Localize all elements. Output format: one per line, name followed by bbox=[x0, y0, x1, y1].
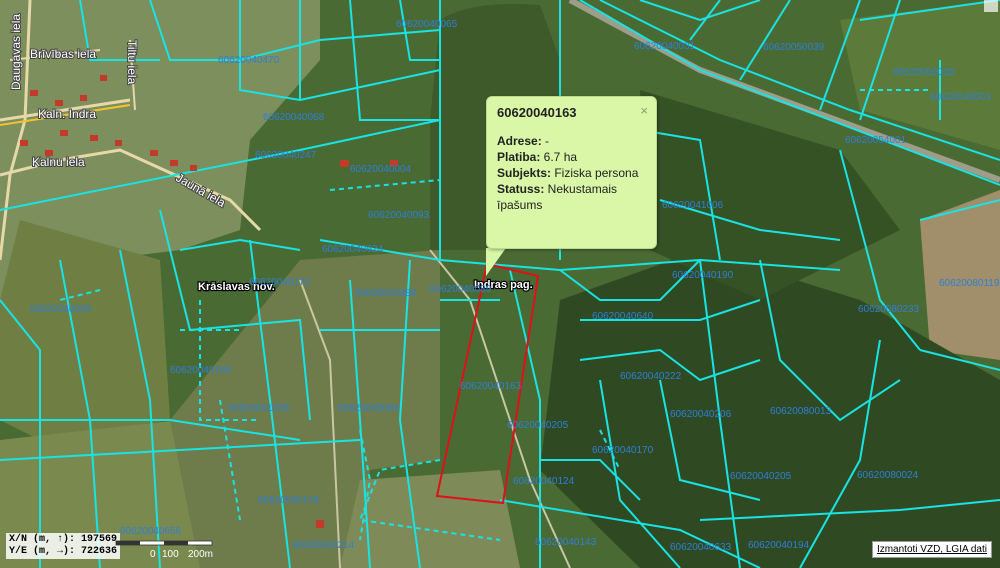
parcel-label: 60620040124 bbox=[513, 476, 575, 487]
parcel-label: 60620040068 bbox=[263, 112, 325, 123]
parcel-label: 60620040190 bbox=[672, 270, 734, 281]
parcel-label: 60620041039 bbox=[228, 403, 290, 414]
parcel-label: 60620040176 bbox=[258, 495, 320, 506]
parcel-label: 60620080233 bbox=[858, 304, 920, 315]
parcel-label: 60620041006 bbox=[662, 200, 724, 211]
parcel-label: 60620040031 bbox=[634, 41, 696, 52]
parcel-label: 60620040168 bbox=[170, 365, 232, 376]
coordinate-east: Y/E (m, →): 722636 bbox=[9, 546, 118, 557]
parcel-label: 60620050028 bbox=[893, 67, 955, 78]
parcel-label: 60620080119 bbox=[939, 278, 1000, 289]
street-label: Daugavas iela bbox=[9, 14, 23, 90]
parcel-label: 60620040089 bbox=[430, 284, 492, 295]
parcel-label: 60620040143 bbox=[535, 537, 597, 548]
attribution-link[interactable]: Izmantoti VZD, LGIA dati bbox=[871, 541, 992, 558]
map-control-button[interactable] bbox=[984, 0, 998, 12]
popup-value: 6.7 ha bbox=[540, 150, 578, 164]
parcel-label: 60620040065 bbox=[396, 19, 458, 30]
street-label: Kaln. Indra bbox=[38, 107, 96, 121]
parcel-label: 60620040205 bbox=[730, 471, 792, 482]
parcel-label: 60620040170 bbox=[592, 445, 654, 456]
field-area bbox=[920, 190, 1000, 360]
popup-row-area: Platiba: 6.7 ha bbox=[497, 149, 646, 165]
popup-key: Statuss: bbox=[497, 182, 545, 196]
parcel-label: 60620080013 bbox=[770, 406, 832, 417]
coordinate-readout: X/N (m, ↑): 197569 Y/E (m, →): 722636 bbox=[6, 533, 121, 559]
popup-key: Subjekts: bbox=[497, 166, 552, 180]
popup-row-subject: Subjekts: Fiziska persona bbox=[497, 165, 646, 181]
parcel-label: 60620040172 bbox=[249, 277, 311, 288]
popup-row-status: Statuss: Nekustamais īpašums bbox=[497, 181, 646, 213]
parcel-label: 60620040656 bbox=[120, 526, 182, 537]
parcel-label: 60620040640 bbox=[592, 311, 654, 322]
parcel-label: 60620040624 bbox=[322, 244, 384, 255]
scale-label-0: 0 bbox=[150, 549, 156, 560]
scale-label-200: 200m bbox=[188, 549, 213, 560]
parcel-label: 60620040093 bbox=[368, 210, 430, 221]
cadastral-map[interactable]: Daugavas iela Brīvības iela Kaln. Indra … bbox=[0, 0, 1000, 568]
popup-pointer bbox=[486, 248, 506, 276]
parcel-label: 60620042214 bbox=[293, 540, 355, 551]
popup-row-address: Adrese: - bbox=[497, 133, 646, 149]
parcel-label: 60620040084 bbox=[338, 403, 400, 414]
scale-label-100: 100 bbox=[162, 549, 179, 560]
parcel-label: 60620040247 bbox=[255, 150, 317, 161]
scale-bar: 0 100 200m bbox=[115, 540, 213, 560]
parcel-label: 60620040005 bbox=[30, 304, 92, 315]
close-icon[interactable]: × bbox=[640, 103, 648, 118]
coordinate-north: X/N (m, ↑): 197569 bbox=[9, 534, 118, 545]
parcel-label: 60620040206 bbox=[670, 409, 732, 420]
parcel-label: 60620040470 bbox=[218, 55, 280, 66]
parcel-label: 60620040222 bbox=[620, 371, 682, 382]
popup-value: - bbox=[541, 134, 550, 148]
parcel-label: 60620050039 bbox=[763, 42, 825, 53]
parcel-label: 60620080024 bbox=[857, 470, 919, 481]
parcel-label: 60620040163 bbox=[460, 381, 522, 392]
parcel-info-popup: × 60620040163 Adrese: - Platiba: 6.7 ha … bbox=[486, 96, 657, 249]
street-label: Brīvības iela bbox=[30, 47, 96, 61]
street-label: Tiltu iela bbox=[125, 40, 139, 85]
popup-key: Platiba: bbox=[497, 150, 541, 164]
parcel-label: 60620040205 bbox=[507, 420, 569, 431]
street-label: Kalnu iela bbox=[32, 155, 85, 169]
parcel-label: 60620054001 bbox=[845, 135, 907, 146]
popup-key: Adrese: bbox=[497, 134, 542, 148]
parcel-label: 60620040633 bbox=[670, 542, 732, 553]
parcel-label: 60620040001 bbox=[930, 92, 992, 103]
popup-title: 60620040163 bbox=[497, 105, 577, 120]
parcel-label: 60620040004 bbox=[350, 164, 412, 175]
parcel-label: 60620040088 bbox=[355, 288, 417, 299]
popup-value: Fiziska persona bbox=[551, 166, 639, 180]
parcel-label: 60620040194 bbox=[748, 540, 810, 551]
